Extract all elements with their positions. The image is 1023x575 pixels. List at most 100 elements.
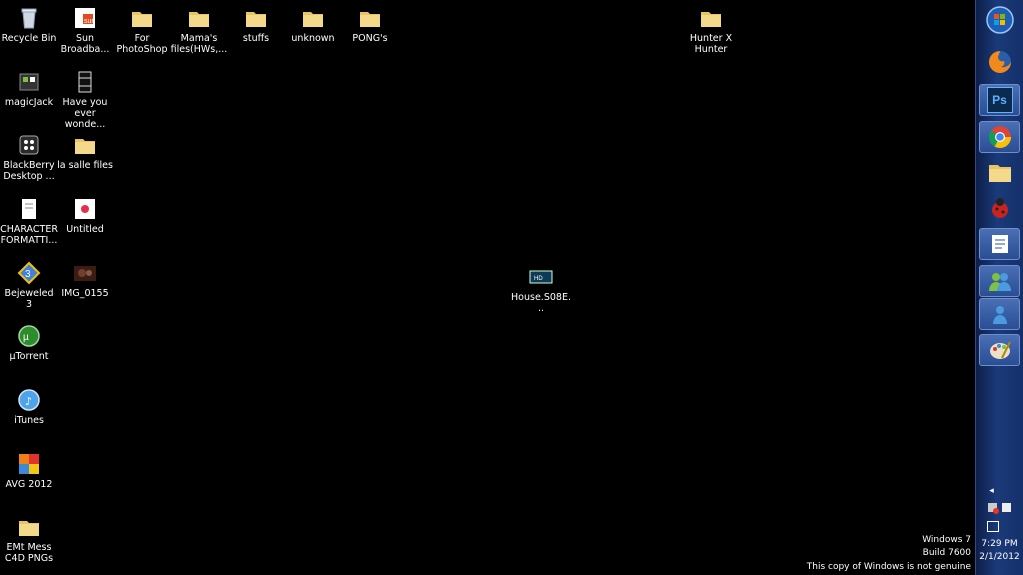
desktop-icon-magicjack[interactable]: magicJack: [0, 70, 58, 108]
desktop-icon-label: Hunter X Hunter: [689, 33, 733, 55]
desktop-icon-label: Have you ever wonde...: [62, 97, 108, 130]
firefox-button[interactable]: [979, 46, 1020, 78]
desktop-icon-label: stuffs: [242, 33, 270, 44]
folder-icon: [701, 12, 721, 27]
desktop-icon-blackberry[interactable]: BlackBerry Desktop ...: [0, 133, 58, 182]
folder-icon: [189, 12, 209, 27]
desktop-icon-stuffs[interactable]: stuffs: [227, 6, 285, 44]
sun-broadband-icon: sun: [75, 8, 95, 28]
document-icon: [22, 199, 36, 219]
windows-watermark: Windows 7 Build 7600 This copy of Window…: [807, 535, 971, 573]
chrome-icon: [988, 126, 1011, 148]
messenger-icon: [992, 306, 1007, 324]
paint-icon: [989, 341, 1011, 359]
firefox-icon: [988, 51, 1011, 73]
messenger2-button[interactable]: [979, 298, 1020, 330]
desktop-icon-label: unknown: [291, 33, 335, 44]
messenger-icon: [988, 273, 1011, 291]
desktop-icon-label: Recycle Bin: [1, 33, 57, 44]
clock-date[interactable]: 2/1/2012: [976, 552, 1023, 562]
photoshop-button[interactable]: Ps: [979, 84, 1020, 116]
chrome-button[interactable]: [979, 121, 1020, 153]
desktop-icon-img-0155[interactable]: IMG_0155: [56, 261, 114, 299]
tray-expand-arrow[interactable]: ◂: [968, 486, 1015, 496]
desktop-icon-emt-mess[interactable]: EMt Mess C4D PNGs: [0, 515, 58, 564]
avg-icon: [19, 454, 39, 474]
svg-text:µ: µ: [23, 332, 29, 343]
folder-icon: [132, 12, 152, 27]
video-file-icon: [78, 71, 92, 93]
tray-icons: [976, 503, 1023, 515]
desktop-icon-recycle-bin[interactable]: Recycle Bin: [0, 6, 58, 44]
desktop-icon-label: CHARACTER FORMATTI...: [0, 224, 58, 246]
desktop-icon-itunes[interactable]: ♪ iTunes: [0, 388, 58, 426]
desktop-icon-label: Sun Broadba...: [60, 33, 110, 55]
desktop-icon-label: AVG 2012: [5, 479, 53, 490]
word-icon: [991, 235, 1008, 253]
desktop-icon-label: House.S08E...: [511, 292, 571, 314]
windows-orb-icon: [985, 6, 1014, 34]
svg-text:HD: HD: [534, 276, 543, 282]
network-error-icon[interactable]: [987, 503, 999, 514]
bejeweled-icon: 3: [17, 261, 41, 285]
explorer-button[interactable]: [979, 156, 1020, 188]
clock-time[interactable]: 7:29 PM: [976, 539, 1023, 549]
messenger-button[interactable]: [979, 265, 1020, 297]
start-button[interactable]: [979, 4, 1020, 36]
desktop-icon-label: Mama's files(HWs,...: [170, 33, 228, 55]
desktop-icon-label: magicJack: [4, 97, 54, 108]
app-button[interactable]: [979, 192, 1020, 224]
desktop-icon-sun-broadband[interactable]: sun Sun Broadba...: [56, 6, 114, 55]
taskbar: Ps ◂ 7:29 PM 2/1/2012: [975, 0, 1023, 575]
desktop-icon-label: For PhotoShop: [116, 33, 168, 55]
desktop-icon-character-formatting[interactable]: CHARACTER FORMATTI...: [0, 197, 58, 246]
ladybug-icon: [991, 198, 1008, 218]
desktop-icon-for-photoshop[interactable]: For PhotoShop: [113, 6, 171, 55]
svg-text:sun: sun: [84, 18, 95, 25]
desktop-icon-bejeweled[interactable]: 3 Bejeweled 3: [0, 261, 58, 310]
desktop-icon-mamas-files[interactable]: Mama's files(HWs,...: [170, 6, 228, 55]
desktop-icon-utorrent[interactable]: µ µTorrent: [0, 324, 58, 362]
desktop-icon-label: IMG_0155: [61, 288, 109, 299]
photo-icon: [74, 266, 96, 281]
photoshop-icon: Ps: [986, 87, 1013, 113]
desktop-icon-have-you-ever[interactable]: Have you ever wonde...: [56, 70, 114, 130]
blackberry-icon: [19, 135, 39, 155]
desktop-icon-label: EMt Mess C4D PNGs: [4, 542, 54, 564]
desktop-icon-untitled[interactable]: Untitled: [56, 197, 114, 235]
desktop-icon-hunter-x-hunter[interactable]: Hunter X Hunter: [682, 6, 740, 55]
desktop-icon-label: PONG's: [352, 33, 388, 44]
desktop-icon-house[interactable]: HD House.S08E...: [511, 265, 571, 314]
desktop-icon-label: la salle files: [57, 160, 113, 171]
photoshop-label: Ps: [992, 93, 1007, 107]
folder-icon: [303, 12, 323, 27]
folder-icon: [360, 12, 380, 27]
folder-icon: [246, 12, 266, 27]
desktop-icon-label: Untitled: [66, 224, 104, 235]
desktop-icon-label: iTunes: [14, 415, 44, 426]
desktop-icon-avg[interactable]: AVG 2012: [0, 452, 58, 490]
magicjack-icon: [19, 73, 39, 91]
svg-text:♪: ♪: [25, 395, 32, 408]
itunes-icon: ♪: [18, 389, 40, 411]
recycle-bin-icon: [21, 8, 37, 29]
desktop-icon-label: Bejeweled 3: [4, 288, 54, 310]
folder-icon: [988, 165, 1011, 182]
word-button[interactable]: [979, 228, 1020, 260]
watermark-version: Windows 7: [922, 535, 971, 545]
watermark-build: Build 7600: [922, 548, 971, 558]
desktop-icon-label: BlackBerry Desktop ...: [3, 160, 55, 182]
svg-text:3: 3: [25, 269, 31, 280]
folder-icon: [19, 521, 39, 536]
paint-button[interactable]: [979, 334, 1020, 366]
tray-icons-row2: [976, 521, 1023, 535]
image-file-icon: [75, 199, 95, 219]
desktop-icon-pongs[interactable]: PONG's: [341, 6, 399, 44]
desktop-icon-la-salle-files[interactable]: la salle files: [56, 133, 114, 171]
utorrent-icon: µ: [18, 325, 40, 347]
desktop-icon-unknown[interactable]: unknown: [284, 6, 342, 44]
action-center-icon[interactable]: [986, 521, 999, 532]
video-icon: HD: [529, 270, 553, 284]
desktop-icon-label: µTorrent: [9, 351, 49, 362]
flag-icon[interactable]: [1002, 503, 1012, 512]
